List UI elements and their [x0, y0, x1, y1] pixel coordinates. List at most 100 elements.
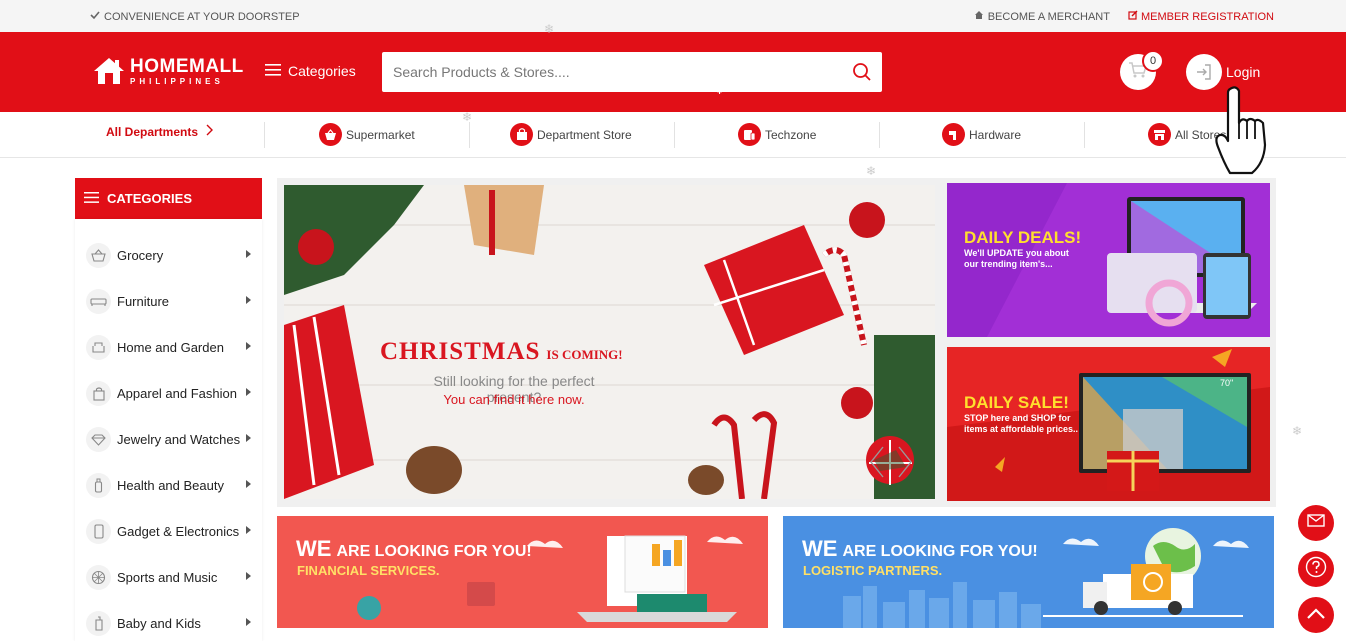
category-label: Grocery [117, 248, 164, 263]
hero-line-2: You can find it here now. [443, 392, 585, 407]
dept-hardware[interactable]: Hardware [942, 123, 1021, 146]
dept-label: Supermarket [346, 127, 415, 142]
tagline: CONVENIENCE AT YOUR DOORSTEP [90, 10, 300, 23]
cart-count-badge: 0 [1142, 50, 1164, 72]
caret-right-icon [246, 250, 251, 258]
search-icon[interactable] [842, 52, 882, 92]
envelope-icon [1307, 514, 1325, 532]
categories-panel-title: CATEGORIES [107, 191, 192, 206]
member-registration-link[interactable]: MEMBER REGISTRATION [1128, 10, 1274, 23]
ball-icon [86, 565, 111, 590]
hero-slide-christmas[interactable]: CHRISTMAS IS COMING! Still looking for t… [284, 185, 935, 499]
hero-headline: CHRISTMAS IS COMING! [380, 338, 623, 366]
snowflake-icon: ❄ [544, 22, 555, 36]
financial-title-we: WE [296, 536, 332, 561]
dept-department-store[interactable]: Department Store [510, 123, 632, 146]
department-nav: All Departments Supermarket Department S… [0, 86, 1346, 175]
check-icon [90, 10, 100, 23]
bottle-icon [86, 473, 111, 498]
category-apparel-and-fashion[interactable]: Apparel and Fashion [75, 373, 262, 413]
categories-label: Categories [288, 63, 356, 79]
basket-icon [86, 243, 111, 268]
deals-title: DAILY DEALS! [964, 228, 1082, 247]
diamond-icon [86, 427, 111, 452]
category-grocery[interactable]: Grocery [75, 235, 262, 275]
member-registration-label: MEMBER REGISTRATION [1140, 10, 1274, 23]
category-baby-and-kids[interactable]: Baby and Kids [75, 603, 262, 641]
category-label: Home and Garden [117, 340, 224, 355]
message-button[interactable] [1298, 505, 1334, 541]
logistic-partners-banner[interactable]: WE ARE LOOKING FOR YOU! LOGISTIC PARTNER… [783, 516, 1274, 628]
snowflake-icon: ❄ [1292, 424, 1303, 438]
armchair-icon [86, 335, 111, 360]
home-icon [974, 10, 984, 23]
caret-right-icon [246, 480, 251, 488]
all-departments-link[interactable]: All Departments [106, 124, 214, 139]
divider [264, 122, 265, 148]
category-label: Health and Beauty [117, 478, 224, 493]
caret-right-icon [246, 618, 251, 626]
baby-bottle-icon [86, 611, 111, 636]
caret-right-icon [246, 342, 251, 350]
slider-next-icon[interactable] [898, 446, 912, 483]
search-bar [382, 52, 882, 92]
category-label: Baby and Kids [117, 616, 201, 631]
help-button[interactable] [1298, 551, 1334, 587]
categories-panel-header[interactable]: CATEGORIES [75, 178, 262, 219]
sofa-icon [86, 289, 111, 314]
caret-right-icon [246, 296, 251, 304]
divider [674, 122, 675, 148]
login-label: Login [1226, 64, 1261, 80]
dept-label: Hardware [969, 127, 1022, 142]
category-label: Gadget & Electronics [117, 524, 240, 539]
category-list: Grocery Furniture Home and Garden Appare… [75, 219, 262, 641]
category-jewelry-and-watches[interactable]: Jewelry and Watches [75, 419, 262, 459]
financial-services-banner[interactable]: WE ARE LOOKING FOR YOU! FINANCIAL SERVIC… [277, 516, 768, 628]
store-icon [1148, 123, 1171, 146]
category-health-and-beauty[interactable]: Health and Beauty [75, 465, 262, 505]
category-label: Apparel and Fashion [117, 386, 237, 401]
caret-right-icon [246, 434, 251, 442]
search-input[interactable] [382, 52, 842, 92]
daily-deals-banner[interactable]: DAILY DEALS! We'll UPDATE you about our … [947, 183, 1270, 337]
hero-headline-suffix: IS COMING! [546, 347, 623, 362]
sale-sub-2: items at affordable prices.. [964, 424, 1079, 434]
all-departments-label: All Departments [106, 124, 199, 139]
site-logo[interactable]: HOMEMALL PHILIPPINES [92, 56, 244, 86]
category-label: Furniture [117, 294, 170, 309]
caret-right-icon [246, 388, 251, 396]
divider [469, 122, 470, 148]
category-furniture[interactable]: Furniture [75, 281, 262, 321]
dept-techzone[interactable]: Techzone [738, 123, 816, 146]
logo-primary: HOMEMALL [130, 55, 244, 77]
caret-right-icon [246, 526, 251, 534]
main-header: HOMEMALL PHILIPPINES Categories 0 Login [0, 32, 1346, 112]
scroll-top-button[interactable] [1298, 597, 1334, 633]
logistic-title: WE ARE LOOKING FOR YOU! [802, 536, 1038, 562]
snowflake-icon: ❄ [866, 164, 877, 178]
category-gadget-and-electronics[interactable]: Gadget & Electronics [75, 511, 262, 551]
dept-label: Department Store [537, 127, 632, 142]
basket-icon [319, 123, 342, 146]
daily-sale-banner[interactable]: 70" DAILY SALE! STOP here and SHOP for i… [947, 347, 1270, 501]
logistic-sub: LOGISTIC PARTNERS. [803, 563, 943, 578]
sale-title: DAILY SALE! [964, 393, 1069, 412]
slider-prev-icon[interactable] [870, 446, 884, 483]
hero-headline-main: CHRISTMAS [380, 338, 541, 365]
category-home-and-garden[interactable]: Home and Garden [75, 327, 262, 367]
snowflake-icon: ❄ [462, 110, 473, 124]
question-circle-icon [1305, 556, 1327, 583]
cart-button[interactable]: 0 [1120, 50, 1164, 90]
financial-title-rest: ARE LOOKING FOR YOU! [336, 543, 532, 560]
category-sports-and-music[interactable]: Sports and Music [75, 557, 262, 597]
category-label: Sports and Music [117, 570, 218, 585]
tools-icon [942, 123, 965, 146]
deals-sub-2: our trending item's... [964, 259, 1053, 269]
hamburger-icon [265, 63, 281, 79]
edit-icon [1128, 10, 1138, 23]
caret-right-icon [246, 572, 251, 580]
dept-supermarket[interactable]: Supermarket [319, 123, 415, 146]
become-merchant-link[interactable]: BECOME A MERCHANT [974, 10, 1110, 23]
financial-sub: FINANCIAL SERVICES. [297, 563, 440, 578]
categories-menu-button[interactable]: Categories [265, 63, 356, 79]
